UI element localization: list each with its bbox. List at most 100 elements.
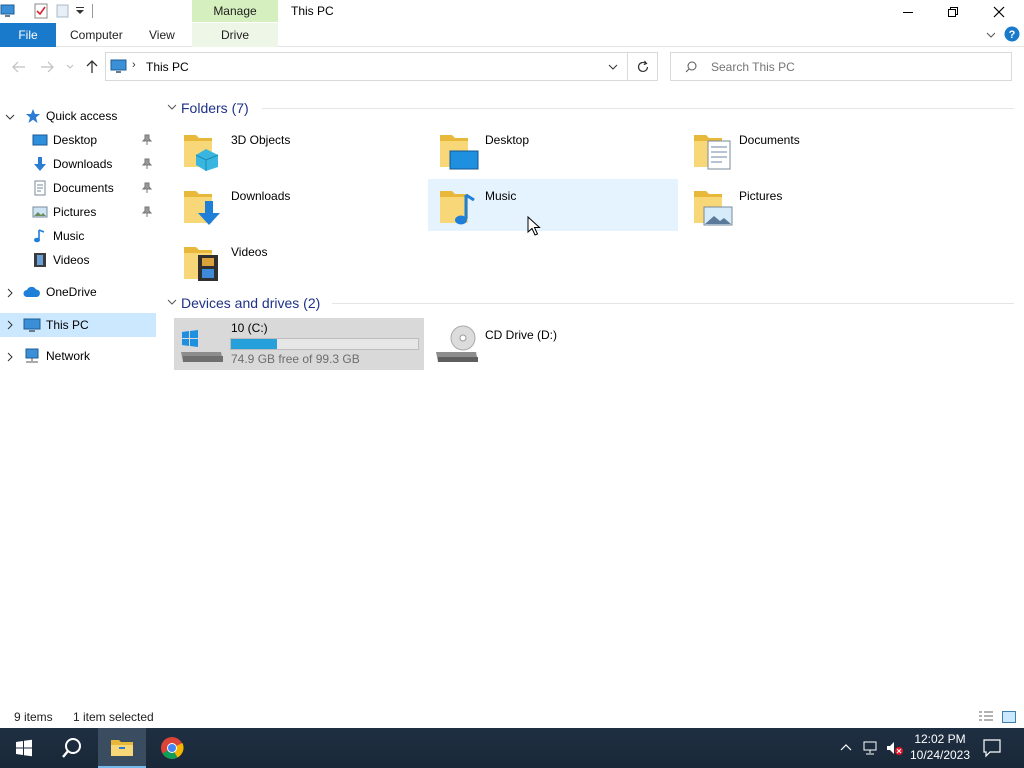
windows-drive-icon: [181, 330, 223, 362]
chrome-icon: [161, 737, 184, 759]
tab-drive-tools[interactable]: Drive Tools: [192, 23, 278, 66]
drive-usage-fill: [231, 339, 277, 349]
network-icon: [25, 348, 39, 363]
chrome-taskbar-button[interactable]: [148, 728, 196, 768]
restore-button[interactable]: [930, 0, 976, 23]
nav-item-music[interactable]: Music: [0, 224, 156, 248]
nav-onedrive[interactable]: OneDrive: [0, 280, 156, 304]
downloads-folder-icon: [184, 191, 220, 225]
search-taskbar-button[interactable]: [48, 728, 96, 768]
folder-label: Music: [485, 189, 517, 203]
breadcrumb-this-pc[interactable]: This PC: [146, 60, 189, 74]
item-count: 9 items: [14, 710, 53, 724]
nav-item-downloads[interactable]: Downloads: [0, 152, 156, 176]
drive-d[interactable]: CD Drive (D:): [428, 318, 678, 370]
group-collapse-icon[interactable]: [167, 103, 177, 111]
drive-c[interactable]: 10 (C:) 74.9 GB free of 99.3 GB: [174, 318, 424, 370]
customize-qat-icon[interactable]: [74, 3, 86, 19]
help-icon[interactable]: ?: [1004, 26, 1020, 42]
documents-folder-icon: [694, 135, 731, 170]
pin-icon[interactable]: [142, 182, 152, 194]
this-pc-icon: [110, 59, 127, 73]
cd-drive-icon: [436, 325, 478, 362]
back-button[interactable]: [9, 57, 29, 77]
up-button[interactable]: [82, 57, 102, 77]
file-explorer-icon: [111, 740, 133, 756]
nav-label: This PC: [46, 318, 89, 332]
recent-locations-button[interactable]: [62, 57, 78, 77]
title-bar: Manage This PC: [0, 0, 1024, 23]
nav-quick-access[interactable]: Quick access: [0, 104, 156, 128]
pictures-folder-icon: [694, 191, 733, 226]
notifications-icon[interactable]: [982, 738, 1002, 758]
nav-item-videos[interactable]: Videos: [0, 248, 156, 272]
window-title: This PC: [291, 4, 334, 18]
forward-button[interactable]: [37, 57, 57, 77]
network-status-icon[interactable]: [862, 740, 880, 756]
details-view-icon[interactable]: [978, 710, 994, 724]
nav-label: Downloads: [53, 157, 113, 171]
minimize-button[interactable]: [885, 0, 931, 23]
drives-group-header[interactable]: Devices and drives (2): [181, 293, 320, 313]
address-bar[interactable]: › This PC: [105, 52, 628, 81]
refresh-button[interactable]: [628, 52, 658, 81]
system-clock[interactable]: 12:02 PM 10/24/2023: [904, 731, 976, 763]
tab-view[interactable]: View: [149, 23, 175, 47]
properties-icon[interactable]: [33, 3, 49, 19]
group-collapse-icon[interactable]: [167, 298, 177, 306]
folder-3d-objects[interactable]: 3D Objects: [174, 123, 424, 175]
document-icon: [34, 180, 46, 196]
nav-item-pictures[interactable]: Pictures: [0, 200, 156, 224]
folder-label: 3D Objects: [231, 133, 291, 147]
large-icons-view-icon[interactable]: [1001, 710, 1017, 724]
nav-label: OneDrive: [46, 285, 97, 299]
mouse-cursor-icon: [527, 216, 541, 236]
folders-group-header[interactable]: Folders (7): [181, 98, 249, 118]
tab-computer[interactable]: Computer: [70, 23, 123, 47]
cloud-icon: [23, 286, 40, 297]
nav-item-desktop[interactable]: Desktop: [0, 128, 156, 152]
selection-count: 1 item selected: [73, 710, 154, 724]
new-folder-icon[interactable]: [55, 3, 71, 19]
picture-icon: [32, 206, 48, 218]
download-arrow-icon: [34, 157, 46, 171]
drive-usage-bar: [230, 338, 419, 350]
close-button[interactable]: [976, 0, 1022, 23]
restore-icon: [948, 6, 958, 17]
videos-folder-icon: [184, 247, 218, 281]
show-hidden-icons-icon[interactable]: [840, 742, 852, 752]
nav-label: Documents: [53, 181, 114, 195]
search-input[interactable]: [709, 57, 999, 76]
close-icon: [993, 6, 1005, 17]
breadcrumb-separator-icon[interactable]: ›: [132, 59, 136, 71]
tab-manage[interactable]: Manage: [192, 0, 278, 22]
folder-downloads[interactable]: Downloads: [174, 179, 424, 231]
volume-muted-icon[interactable]: [885, 740, 905, 756]
start-button[interactable]: [0, 728, 48, 768]
folder-videos[interactable]: Videos: [174, 235, 424, 287]
desktop-folder-icon: [440, 135, 479, 170]
nav-item-documents[interactable]: Documents: [0, 176, 156, 200]
collapsed-chevron-icon[interactable]: [5, 320, 15, 330]
nav-this-pc[interactable]: This PC: [0, 313, 156, 337]
tab-file[interactable]: File: [0, 23, 56, 47]
folder-documents[interactable]: Documents: [682, 123, 932, 175]
pin-icon[interactable]: [142, 158, 152, 170]
file-explorer-taskbar-button[interactable]: [98, 728, 146, 768]
drive-free-space: 74.9 GB free of 99.3 GB: [231, 352, 360, 366]
drive-label: CD Drive (D:): [485, 328, 557, 342]
folder-music[interactable]: Music: [428, 179, 678, 231]
address-dropdown-icon[interactable]: [608, 64, 618, 71]
folder-label: Documents: [739, 133, 800, 147]
folder-pictures[interactable]: Pictures: [682, 179, 932, 231]
chevron-down-icon: [66, 64, 74, 69]
pin-icon[interactable]: [142, 134, 152, 146]
expand-ribbon-icon[interactable]: [986, 31, 996, 39]
pin-icon[interactable]: [142, 206, 152, 218]
forward-arrow-icon: [41, 61, 54, 73]
search-box[interactable]: [670, 52, 1012, 81]
music-note-icon: [34, 229, 45, 243]
folder-desktop[interactable]: Desktop: [428, 123, 678, 175]
music-folder-icon: [440, 191, 475, 225]
nav-network[interactable]: Network: [0, 344, 156, 368]
